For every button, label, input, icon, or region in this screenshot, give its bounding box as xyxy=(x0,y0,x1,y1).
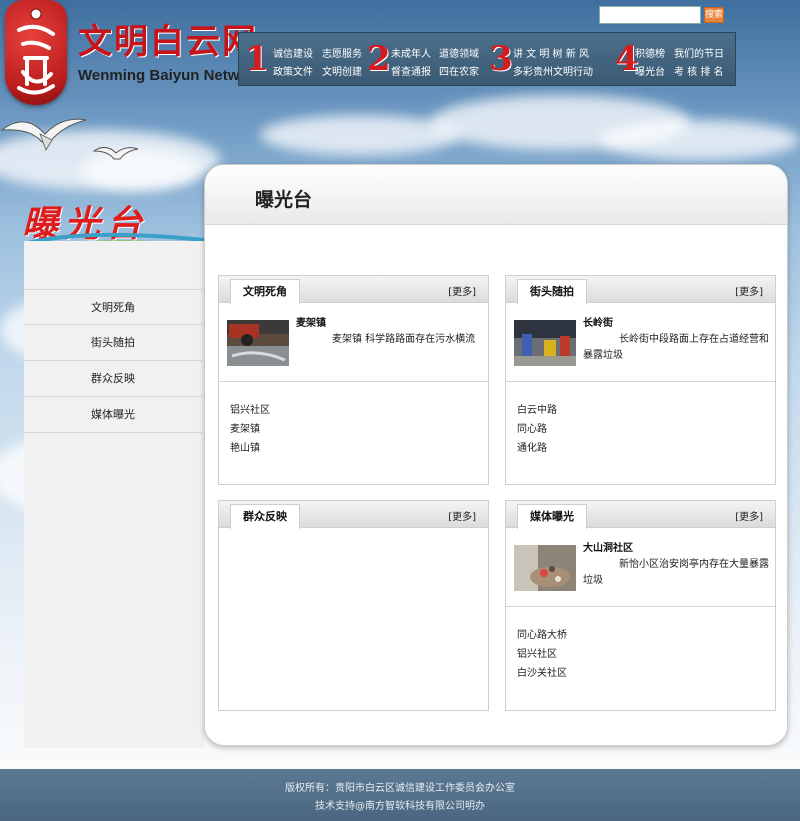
featured-thumbnail[interactable] xyxy=(514,320,576,366)
panel-media-exposure: 媒体曝光 [更多] 大山洞社区 新怡小区治安岗亭内存在大量暴露垃圾 同心路大桥 … xyxy=(505,500,776,711)
list-item[interactable]: 麦架镇 xyxy=(230,420,260,435)
nav-link-guizhou-action[interactable]: 多彩贵州文明行动 xyxy=(513,63,593,78)
nav-number: 2 xyxy=(367,39,391,79)
panel-civility-blindspot: 文明死角 [更多] 麦架镇 麦架镇 科学路路面存在污水横流 铝兴社区 麦架镇 艳… xyxy=(218,275,489,485)
page-title: 曝光台 xyxy=(255,189,313,211)
nav-group-1: 1 诚信建设 志愿服务 政策文件 文明创建 xyxy=(245,33,365,87)
panel-street-snapshot: 街头随拍 [更多] 长岭街 长岭街中段路面上存在占道经营和暴露垃圾 白云中路 同… xyxy=(505,275,776,485)
nav-link-ranking[interactable]: 考 核 排 名 xyxy=(674,63,724,78)
more-link[interactable]: [更多] xyxy=(448,283,476,298)
site-subtitle: Wenming Baiyun Network xyxy=(78,67,263,84)
sidebar-item-civility-blindspot[interactable]: 文明死角 xyxy=(24,289,202,325)
panel-tab[interactable]: 街头随拍 xyxy=(517,279,587,304)
panel-header: 街头随拍 [更多] xyxy=(506,276,775,304)
footer-support: 技术支持@南方智软科技有限公司明办 xyxy=(315,801,485,812)
list-item[interactable]: 同心路大桥 xyxy=(517,626,567,641)
panel-header: 文明死角 [更多] xyxy=(219,276,488,304)
featured-description: 新怡小区治安岗亭内存在大量暴露垃圾 xyxy=(583,559,769,586)
seagull-icon xyxy=(0,118,87,151)
more-link[interactable]: [更多] xyxy=(448,508,476,523)
list-item[interactable]: 铝兴社区 xyxy=(517,645,557,660)
footer-copyright: 版权所有：贵阳市白云区诚信建设工作委员会办公室 xyxy=(285,783,515,794)
nav-link-merit-list[interactable]: 积德榜 xyxy=(635,45,665,60)
list-item[interactable]: 艳山镇 xyxy=(230,439,260,454)
search-button[interactable]: 搜索 xyxy=(704,7,724,23)
divider xyxy=(506,381,775,382)
list-item[interactable]: 白沙关社区 xyxy=(517,664,567,679)
nav-link-integrity[interactable]: 诚信建设 xyxy=(273,45,313,60)
sidebar-item-media-exposure[interactable]: 媒体曝光 xyxy=(24,397,202,433)
featured-thumbnail[interactable] xyxy=(514,545,576,591)
featured-title[interactable]: 长岭街 xyxy=(583,314,613,329)
nav-link-rural[interactable]: 四在农家 xyxy=(439,63,479,78)
panel-tab[interactable]: 媒体曝光 xyxy=(517,504,587,529)
sidebar: 文明死角 街头随拍 群众反映 媒体曝光 xyxy=(24,241,204,748)
main-panel: 曝光台 文明死角 [更多] 麦架镇 麦架镇 科学路路面存在污水横流 铝兴社区 麦… xyxy=(204,164,788,746)
top-navigation: 1 诚信建设 志愿服务 政策文件 文明创建 2 未成年人 道德领域 督查通报 四… xyxy=(238,32,736,86)
nav-group-4: 4 积德榜 我们的节日 曝光台 考 核 排 名 xyxy=(615,33,735,87)
divider xyxy=(506,606,775,607)
nav-link-morality[interactable]: 道德领域 xyxy=(439,45,479,60)
list-item[interactable]: 同心路 xyxy=(517,420,547,435)
seagull-icon xyxy=(92,147,139,160)
nav-link-inspection[interactable]: 督查通报 xyxy=(391,63,431,78)
more-link[interactable]: [更多] xyxy=(735,283,763,298)
sidebar-item-street-snapshot[interactable]: 街头随拍 xyxy=(24,325,202,361)
search-input[interactable] xyxy=(599,6,701,24)
nav-link-policy[interactable]: 政策文件 xyxy=(273,63,313,78)
logo-seal-icon[interactable] xyxy=(5,0,67,105)
nav-number: 1 xyxy=(245,39,269,79)
panel-public-feedback: 群众反映 [更多] xyxy=(218,500,489,711)
nav-link-volunteer[interactable]: 志愿服务 xyxy=(322,45,362,60)
panel-tab[interactable]: 文明死角 xyxy=(230,279,300,304)
panel-header: 媒体曝光 [更多] xyxy=(506,501,775,529)
nav-group-3: 3 讲 文 明 树 新 风 多彩贵州文明行动 xyxy=(489,33,609,87)
footer: 版权所有：贵阳市白云区诚信建设工作委员会办公室 技术支持@南方智软科技有限公司明… xyxy=(0,769,800,821)
more-link[interactable]: [更多] xyxy=(735,508,763,523)
nav-link-civilization[interactable]: 文明创建 xyxy=(322,63,362,78)
nav-link-exposure[interactable]: 曝光台 xyxy=(635,63,665,78)
featured-description: 麦架镇 科学路路面存在污水横流 xyxy=(332,334,476,345)
panel-header: 群众反映 [更多] xyxy=(219,501,488,529)
sidebar-item-public-feedback[interactable]: 群众反映 xyxy=(24,361,202,397)
featured-title[interactable]: 麦架镇 xyxy=(296,314,326,329)
nav-group-2: 2 未成年人 道德领域 督查通报 四在农家 xyxy=(367,33,487,87)
featured-description: 长岭街中段路面上存在占道经营和暴露垃圾 xyxy=(583,334,769,361)
featured-thumbnail[interactable] xyxy=(227,320,289,366)
site-title[interactable]: 文明白云网 xyxy=(78,14,258,63)
featured-title[interactable]: 大山洞社区 xyxy=(583,539,633,554)
list-item[interactable]: 通化路 xyxy=(517,439,547,454)
nav-number: 3 xyxy=(489,39,513,79)
cloud xyxy=(600,120,800,160)
list-item[interactable]: 白云中路 xyxy=(517,401,557,416)
list-item[interactable]: 铝兴社区 xyxy=(230,401,270,416)
panel-tab[interactable]: 群众反映 xyxy=(230,504,300,529)
divider xyxy=(219,381,488,382)
main-header: 曝光台 xyxy=(205,165,787,225)
nav-link-festivals[interactable]: 我们的节日 xyxy=(674,45,724,60)
nav-link-minors[interactable]: 未成年人 xyxy=(391,45,431,60)
nav-link-new-customs[interactable]: 讲 文 明 树 新 风 xyxy=(513,45,589,60)
